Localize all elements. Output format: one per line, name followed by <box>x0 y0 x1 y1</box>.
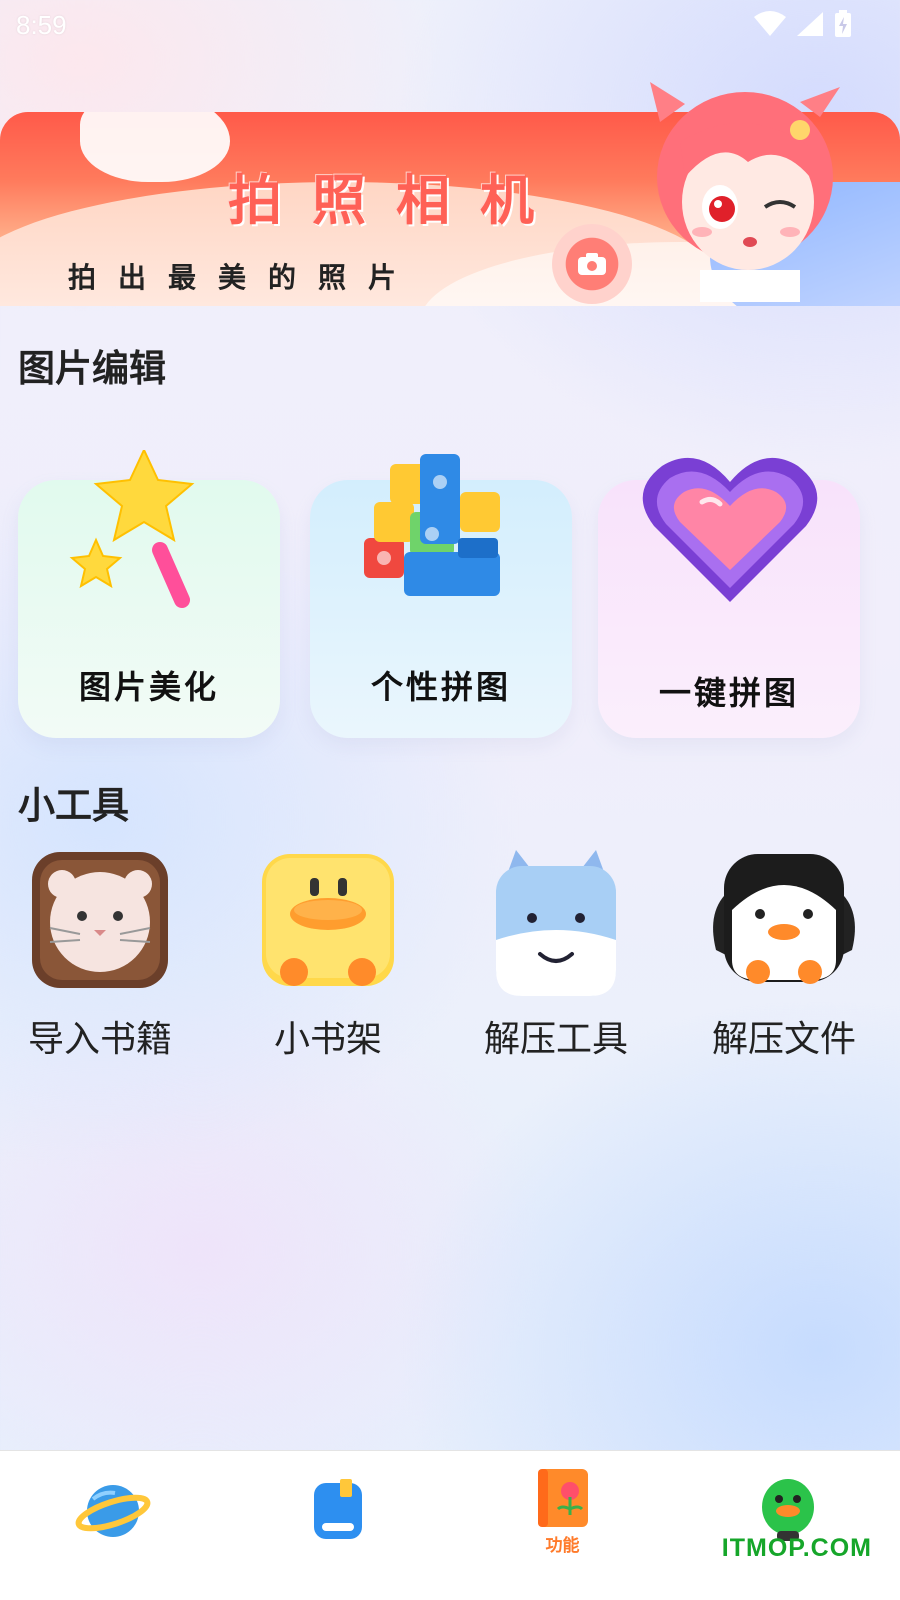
tool-unzip-tool[interactable]: 解压工具 <box>466 850 646 1060</box>
custom-collage-card[interactable]: 个性拼图 <box>310 454 572 738</box>
status-bar: 8:59 <box>0 0 900 48</box>
one-click-collage-label: 一键拼图 <box>658 674 799 712</box>
cream-drip-decoration <box>80 112 230 182</box>
duck-face-icon <box>262 854 394 986</box>
cow-face-icon <box>496 850 616 996</box>
tool-bookshelf[interactable]: 小书架 <box>238 850 418 1060</box>
magic-wand-star-icon <box>69 450 195 608</box>
tools-section-title: 小工具 <box>18 784 129 827</box>
photo-edit-section-title: 图片编辑 <box>18 347 166 390</box>
signal-icon <box>797 12 823 36</box>
book-icon <box>313 1479 362 1539</box>
nav-tab-profile[interactable] <box>675 1451 900 1600</box>
status-time: 8:59 <box>16 10 67 40</box>
camera-icon[interactable] <box>552 224 632 304</box>
flower-book-icon <box>537 1469 588 1527</box>
tool-unzip-files-label: 解压文件 <box>711 1019 856 1060</box>
building-blocks-icon <box>364 454 500 596</box>
photo-beautify-label: 图片美化 <box>78 668 219 706</box>
photo-beautify-card[interactable]: 图片美化 <box>18 450 280 738</box>
status-icons <box>754 10 852 38</box>
banner-subtitle: 拍出最美的照片 <box>68 261 419 294</box>
tool-import-books[interactable]: 导入书籍 <box>10 850 190 1060</box>
banner-title: 拍照相机 <box>228 169 564 232</box>
heart-icon <box>642 457 818 602</box>
tool-import-books-label: 导入书籍 <box>27 1019 172 1060</box>
penguin-icon <box>713 854 855 984</box>
wifi-icon <box>754 11 786 36</box>
tool-bookshelf-label: 小书架 <box>273 1019 382 1060</box>
battery-icon <box>835 10 851 37</box>
cat-face-icon <box>32 852 168 988</box>
bottom-navigation: 功能 <box>0 1450 900 1600</box>
anime-girl-illustration <box>650 82 840 302</box>
tool-unzip-files[interactable]: 解压文件 <box>694 850 874 1060</box>
nav-tab-books[interactable] <box>225 1451 450 1600</box>
watermark-text: ITMOP.COM <box>721 1534 872 1562</box>
tool-unzip-tool-label: 解压工具 <box>483 1019 628 1060</box>
custom-collage-label: 个性拼图 <box>370 668 511 706</box>
planet-icon <box>75 1485 150 1537</box>
nav-tab-functions[interactable]: 功能 <box>450 1451 675 1600</box>
nav-tab-functions-label: 功能 <box>545 1536 580 1556</box>
one-click-collage-card[interactable]: 一键拼图 <box>598 457 860 738</box>
nav-tab-discover[interactable] <box>0 1451 225 1600</box>
